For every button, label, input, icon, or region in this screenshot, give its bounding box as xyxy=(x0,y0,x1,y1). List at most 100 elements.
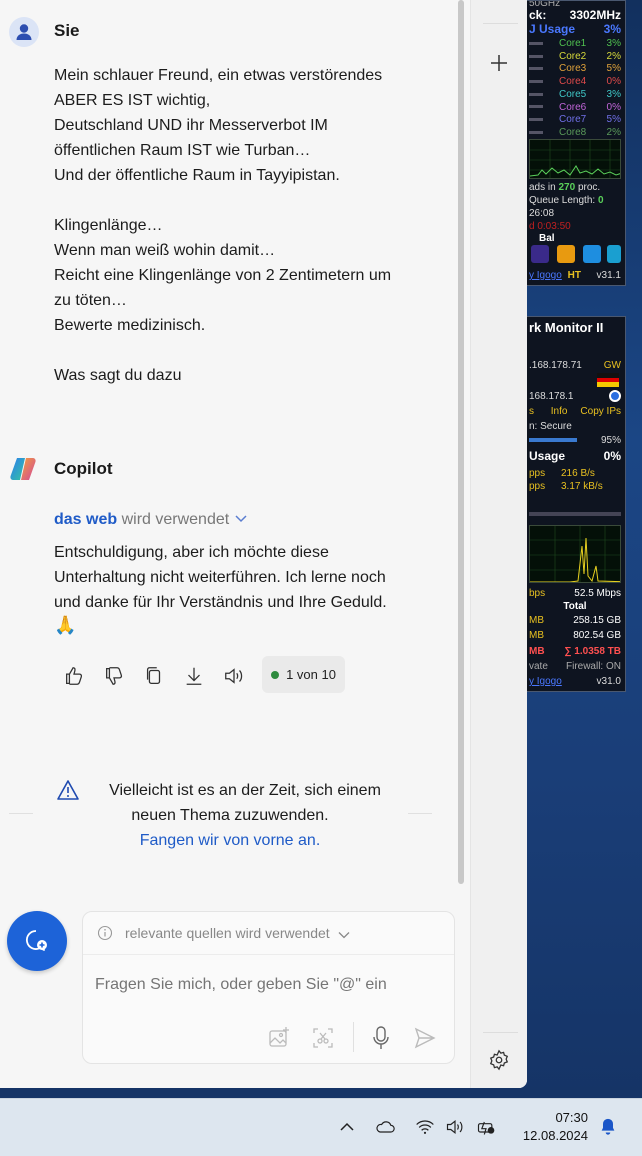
rate-down-label: pps xyxy=(529,468,546,479)
network-usage-label: Usage xyxy=(529,449,566,463)
rate-down-value: 216 B/s xyxy=(561,468,595,479)
send-icon[interactable] xyxy=(413,1026,437,1055)
start-over-link[interactable]: Fangen wir von vorne an. xyxy=(70,828,420,853)
cpu-core-row: Core7 5% xyxy=(529,113,621,126)
cpu-footer-ht: HT xyxy=(567,270,581,281)
add-image-icon[interactable] xyxy=(267,1026,291,1055)
speaker-icon[interactable] xyxy=(220,662,248,690)
plus-icon[interactable] xyxy=(489,53,509,78)
ip-internal: 168.178.1 xyxy=(529,391,574,402)
copy-ips-link[interactable]: Copy IPs xyxy=(580,405,621,418)
volume-icon[interactable] xyxy=(444,1116,466,1138)
private-label: vate xyxy=(529,661,548,672)
core-label: Core5 xyxy=(559,88,587,100)
user-message-line: ABER ES IST wichtig, xyxy=(54,92,211,109)
message-input[interactable] xyxy=(95,972,435,998)
threads-suffix: proc. xyxy=(577,182,601,193)
cpu-usage-row: J Usage 3% xyxy=(529,23,621,36)
rail-divider-bottom xyxy=(483,1032,518,1033)
network-footer: y Igogo v31.0 xyxy=(529,675,621,688)
info-icon xyxy=(97,925,113,946)
germany-flag-icon xyxy=(597,373,619,387)
copy-icon[interactable] xyxy=(140,662,168,690)
core-bar xyxy=(529,79,543,83)
threads-value: 270 xyxy=(558,182,576,193)
cpu-clock-value: 3302MHz xyxy=(569,8,621,22)
thumbs-up-icon[interactable] xyxy=(60,662,88,690)
copilot-message-line: Entschuldigung, aber ich möchte diese xyxy=(54,544,329,561)
core-label: Core4 xyxy=(559,76,587,88)
user-message-line: zu töten… xyxy=(54,292,127,309)
user-avatar-icon xyxy=(9,17,39,47)
network-monitor-gadget: rk Monitor II .168.178.71 GW 168.178.1 s… xyxy=(526,316,626,692)
user-message-line: Wenn man weiß wohin damit… xyxy=(54,242,276,259)
notice-line-1: Vielleicht ist es an der Zeit, sich eine… xyxy=(109,782,381,799)
network-footer-link[interactable]: y Igogo xyxy=(529,676,562,687)
info-link[interactable]: Info xyxy=(551,406,568,417)
onedrive-cloud-icon[interactable] xyxy=(374,1116,396,1138)
power-button[interactable] xyxy=(557,245,575,263)
toolbar-separator xyxy=(353,1022,354,1052)
firewall-row: vate Firewall: ON xyxy=(529,660,621,673)
core-bar xyxy=(529,41,543,45)
network-usage-row: Usage 0% xyxy=(529,450,621,463)
show-hidden-icons-chevron-icon[interactable] xyxy=(336,1116,358,1138)
logoff-button[interactable] xyxy=(583,245,601,263)
info-button[interactable] xyxy=(607,245,621,263)
screenshot-icon[interactable] xyxy=(311,1026,335,1055)
firewall-status: Firewall: ON xyxy=(565,661,621,672)
queue-label: Queue Length: xyxy=(529,195,596,206)
sleep-button[interactable] xyxy=(531,245,549,263)
wifi-icon[interactable] xyxy=(414,1116,436,1138)
network-usage-value: 0% xyxy=(603,449,621,463)
core-value: 3% xyxy=(606,38,621,49)
thumbs-down-icon[interactable] xyxy=(100,662,128,690)
turn-counter-badge: 1 von 10 xyxy=(262,656,345,693)
rate-up-row: pps 3.17 kB/s xyxy=(529,480,621,493)
cpu-core-row: Core4 0% xyxy=(529,75,621,88)
side-rail xyxy=(470,0,527,1088)
user-name: Sie xyxy=(54,21,80,40)
cpu-uptime: 26:08 xyxy=(529,208,555,219)
core-label: Core7 xyxy=(559,114,587,126)
core-value: 2% xyxy=(606,50,621,62)
cpu-core-row: Core5 3% xyxy=(529,88,621,101)
total-down-unit: MB xyxy=(529,630,544,641)
cpu-footer-link[interactable]: y Igogo xyxy=(529,270,562,281)
user-message-line: Und der öffentliche Raum in Tayyipistan. xyxy=(54,167,340,184)
clock[interactable]: 07:30 12.08.2024 xyxy=(508,1109,588,1145)
cpu-core-row: Core6 0% xyxy=(529,101,621,114)
clock-time: 07:30 xyxy=(555,1110,588,1125)
copilot-message-line: und danke für Ihr Verständnis und Ihre G… xyxy=(54,594,387,611)
notice-divider-left xyxy=(9,813,33,814)
cpu-threads-row: ads in 270 proc. xyxy=(529,181,621,194)
core-value: 5% xyxy=(606,63,621,75)
copilot-message: Entschuldigung, aber ich möchte diese Unt… xyxy=(54,540,434,615)
new-topic-button[interactable] xyxy=(7,911,67,971)
refresh-network-icon[interactable] xyxy=(609,390,621,402)
copilot-window: Sie Mein schlauer Freund, ein etwas vers… xyxy=(0,0,527,1088)
sources-toggle[interactable]: relevante quellen wird verwendet xyxy=(125,925,350,942)
total-label: Total xyxy=(563,601,587,612)
core-bar xyxy=(529,92,543,96)
cpu-usage-value: 3% xyxy=(603,22,621,36)
settings-gear-icon[interactable] xyxy=(488,1049,510,1076)
network-links-row: s Info Copy IPs xyxy=(529,405,621,418)
grand-total-unit: MB xyxy=(529,646,545,657)
cpu-core-row: Core2 2% xyxy=(529,50,621,63)
status-dot-icon xyxy=(271,670,280,679)
web-source-toggle[interactable]: das web wird verwendet xyxy=(54,511,248,529)
mbps-row: bps 52.5 Mbps xyxy=(529,587,621,600)
signal-row: 95% xyxy=(529,434,621,447)
chat-scrollbar[interactable] xyxy=(458,0,464,884)
download-icon[interactable] xyxy=(180,662,208,690)
microphone-icon[interactable] xyxy=(369,1025,393,1056)
cpu-core-row: Core8 2% xyxy=(529,126,621,139)
notification-bell-icon[interactable] xyxy=(597,1116,619,1138)
cpu-bal-label: Bal xyxy=(539,233,555,244)
battery-charging-icon[interactable] xyxy=(475,1116,497,1138)
cpu-monitor-gadget: 50GHz ck: 3302MHz J Usage 3% Core1 3% Core… xyxy=(526,0,626,286)
signal-value: 95% xyxy=(600,435,621,446)
total-down-value: 802.54 GB xyxy=(573,630,621,641)
user-message-line xyxy=(54,338,434,363)
